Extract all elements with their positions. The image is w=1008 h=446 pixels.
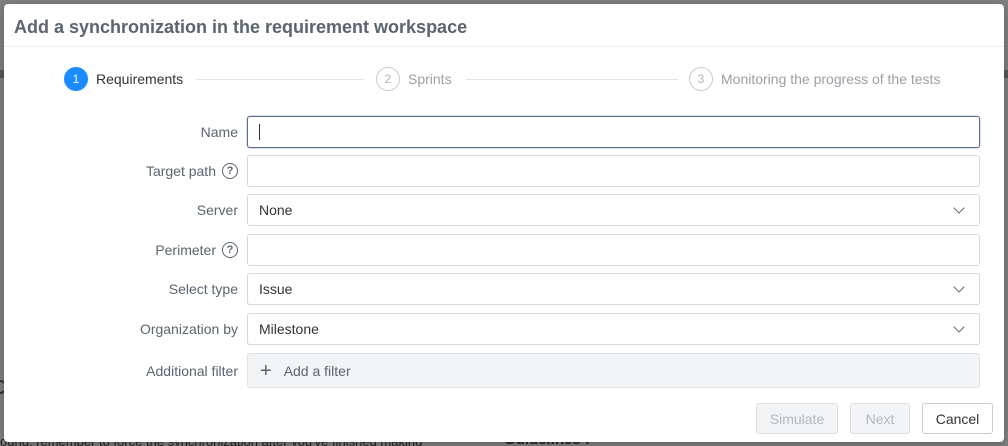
server-row: Server None — [4, 194, 1004, 226]
step-number: 2 — [376, 67, 400, 91]
wizard-steps: 1 Requirements 2 Sprints 3 Monitoring th… — [64, 67, 944, 93]
target-path-label: Target path ? — [4, 163, 238, 179]
organization-label: Organization by — [139, 321, 238, 337]
plus-icon: + — [260, 359, 272, 382]
step-number: 1 — [64, 67, 88, 91]
perimeter-input[interactable] — [247, 234, 980, 266]
step-connector — [466, 79, 678, 80]
text-caret — [259, 124, 260, 140]
next-button[interactable]: Next — [850, 403, 910, 434]
dialog-title: Add a synchronization in the requirement… — [14, 17, 468, 37]
additional-filter-label: Additional filter — [146, 362, 238, 379]
add-filter-button[interactable]: + Add a filter — [247, 353, 980, 388]
step-label: Monitoring the progress of the tests — [721, 71, 941, 87]
chevron-down-icon — [953, 321, 965, 333]
chevron-down-icon — [953, 281, 965, 293]
target-path-row: Target path ? — [4, 155, 1004, 187]
cancel-button[interactable]: Cancel — [922, 403, 993, 434]
name-input[interactable] — [247, 116, 980, 148]
select-type-select[interactable]: Issue — [247, 273, 980, 305]
name-row: Name — [4, 116, 1004, 148]
step-monitoring[interactable]: 3 Monitoring the progress of the tests — [689, 67, 940, 91]
step-requirements[interactable]: 1 Requirements — [64, 67, 183, 91]
target-path-input[interactable] — [247, 155, 980, 187]
sync-dialog: Add a synchronization in the requirement… — [4, 4, 1004, 442]
perimeter-label: Perimeter ? — [4, 242, 238, 258]
dialog-header: Add a synchronization in the requirement… — [4, 4, 1004, 47]
step-sprints[interactable]: 2 Sprints — [376, 67, 452, 91]
server-select-value: None — [259, 202, 293, 218]
server-label: Server — [196, 202, 238, 218]
select-type-row: Select type Issue — [4, 273, 1004, 305]
question-circle-icon[interactable]: ? — [222, 242, 238, 258]
add-filter-label: Add a filter — [283, 362, 351, 379]
name-label: Name — [200, 124, 238, 140]
select-type-value: Issue — [259, 281, 293, 297]
step-connector — [196, 79, 364, 80]
select-type-label: Select type — [168, 281, 238, 297]
simulate-button[interactable]: Simulate — [756, 403, 838, 434]
step-label: Requirements — [96, 71, 184, 87]
perimeter-row: Perimeter ? — [4, 234, 1004, 266]
chevron-down-icon — [953, 202, 965, 214]
question-circle-icon[interactable]: ? — [222, 163, 238, 179]
step-label: Sprints — [408, 71, 452, 87]
organization-value: Milestone — [259, 321, 319, 337]
server-select[interactable]: None — [247, 194, 980, 226]
step-number: 3 — [689, 67, 713, 91]
organization-row: Organization by Milestone — [4, 313, 1004, 345]
additional-filter-row: Additional filter + Add a filter — [4, 353, 1004, 388]
organization-select[interactable]: Milestone — [247, 313, 980, 345]
